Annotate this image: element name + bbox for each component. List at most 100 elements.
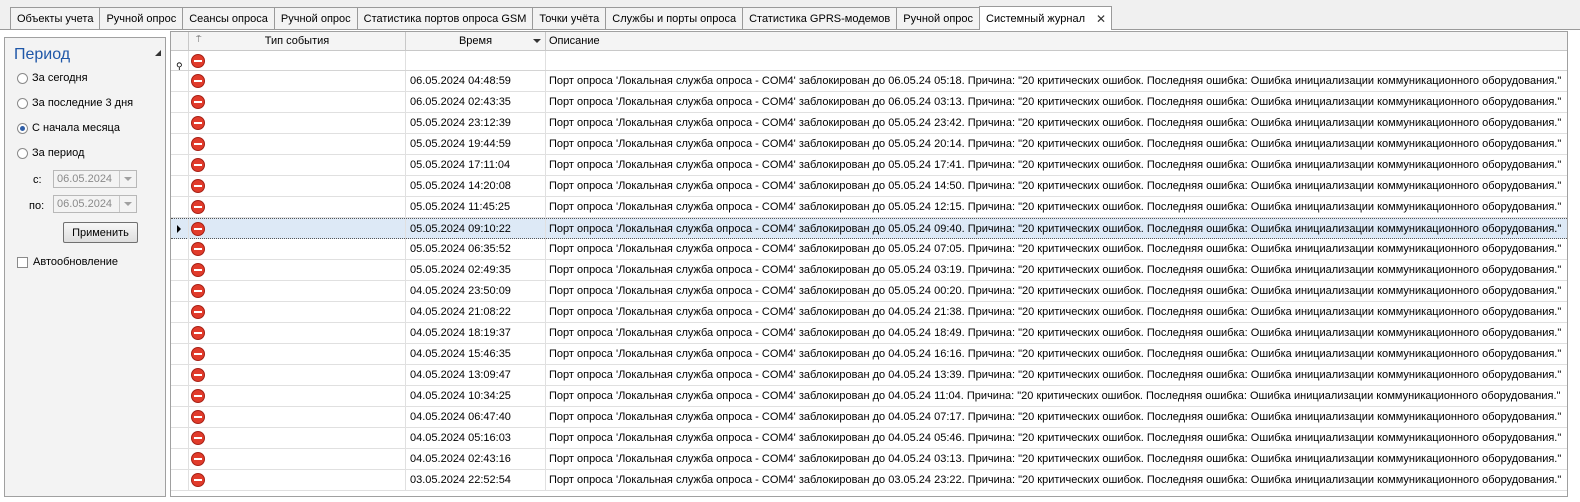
row-indicator[interactable] (171, 197, 189, 217)
table-row[interactable]: 04.05.2024 02:43:16 Порт опроса 'Локальна… (171, 449, 1567, 470)
table-row[interactable]: 05.05.2024 06:35:52 Порт опроса 'Локальна… (171, 239, 1567, 260)
row-indicator[interactable] (171, 449, 189, 469)
row-indicator[interactable] (171, 302, 189, 322)
table-row[interactable]: 04.05.2024 06:47:40 Порт опроса 'Локальна… (171, 407, 1567, 428)
row-indicator[interactable] (171, 428, 189, 448)
row-indicator[interactable] (171, 113, 189, 133)
row-indicator[interactable] (171, 260, 189, 280)
event-type-cell[interactable] (189, 92, 406, 112)
row-indicator[interactable] (171, 134, 189, 154)
time-cell[interactable]: 04.05.2024 23:50:09 (406, 281, 546, 301)
table-row[interactable]: 06.05.2024 04:48:59 Порт опроса 'Локальна… (171, 71, 1567, 92)
time-cell[interactable]: 05.05.2024 19:44:59 (406, 134, 546, 154)
description-cell[interactable]: Порт опроса 'Локальная служба опроса - C… (546, 281, 1567, 301)
row-indicator[interactable] (171, 92, 189, 112)
event-type-cell[interactable] (189, 155, 406, 175)
time-cell[interactable]: 05.05.2024 11:45:25 (406, 197, 546, 217)
row-indicator[interactable] (171, 71, 189, 91)
event-type-cell[interactable] (189, 365, 406, 385)
tab-2[interactable]: Сеансы опроса (182, 7, 275, 29)
checkbox-box-icon[interactable] (17, 256, 28, 268)
radio-circle-icon[interactable] (17, 147, 28, 159)
filter-event-type[interactable] (189, 51, 406, 70)
radio-circle-icon[interactable] (17, 97, 28, 109)
tab-6[interactable]: Службы и порты опроса (605, 7, 744, 29)
row-indicator[interactable] (171, 219, 189, 239)
row-indicator[interactable] (171, 407, 189, 427)
description-cell[interactable]: Порт опроса 'Локальная служба опроса - C… (546, 71, 1567, 91)
table-row[interactable]: 06.05.2024 02:43:35 Порт опроса 'Локальна… (171, 92, 1567, 113)
row-indicator[interactable] (171, 176, 189, 196)
description-cell[interactable]: Порт опроса 'Локальная служба опроса - C… (546, 134, 1567, 154)
event-type-cell[interactable] (189, 71, 406, 91)
event-type-cell[interactable] (189, 239, 406, 259)
chevron-down-icon[interactable] (119, 196, 136, 212)
collapse-panel-icon[interactable] (155, 50, 161, 56)
table-row[interactable]: 03.05.2024 22:52:54 Порт опроса 'Локальна… (171, 470, 1567, 491)
row-indicator[interactable] (171, 155, 189, 175)
description-cell[interactable]: Порт опроса 'Локальная служба опроса - C… (546, 260, 1567, 280)
description-cell[interactable]: Порт опроса 'Локальная служба опроса - C… (546, 197, 1567, 217)
event-type-cell[interactable] (189, 302, 406, 322)
from-date-picker[interactable]: 06.05.2024 (53, 170, 137, 188)
event-type-cell[interactable] (189, 323, 406, 343)
table-row[interactable]: 04.05.2024 23:50:09 Порт опроса 'Локальна… (171, 281, 1567, 302)
table-row[interactable]: 04.05.2024 15:46:35 Порт опроса 'Локальна… (171, 344, 1567, 365)
event-type-cell[interactable] (189, 281, 406, 301)
table-row[interactable]: 05.05.2024 02:49:35 Порт опроса 'Локальна… (171, 260, 1567, 281)
table-row[interactable]: 04.05.2024 05:16:03 Порт опроса 'Локальна… (171, 428, 1567, 449)
table-row[interactable]: 05.05.2024 11:45:25 Порт опроса 'Локальна… (171, 197, 1567, 218)
row-indicator[interactable] (171, 239, 189, 259)
description-cell[interactable]: Порт опроса 'Локальная служба опроса - C… (546, 176, 1567, 196)
description-cell[interactable]: Порт опроса 'Локальная служба опроса - C… (546, 344, 1567, 364)
chevron-down-icon[interactable] (119, 171, 136, 187)
filter-description[interactable] (546, 51, 1567, 70)
time-cell[interactable]: 04.05.2024 06:47:40 (406, 407, 546, 427)
table-row[interactable]: 05.05.2024 09:10:22 Порт опроса 'Локальна… (171, 218, 1567, 239)
tab-4[interactable]: Статистика портов опроса GSM (356, 7, 534, 29)
time-cell[interactable]: 06.05.2024 02:43:35 (406, 92, 546, 112)
time-cell[interactable]: 04.05.2024 05:16:03 (406, 428, 546, 448)
description-cell[interactable]: Порт опроса 'Локальная служба опроса - C… (546, 470, 1567, 490)
event-type-cell[interactable] (189, 428, 406, 448)
description-cell[interactable]: Порт опроса 'Локальная служба опроса - C… (546, 239, 1567, 259)
tab-3[interactable]: Ручной опрос (273, 7, 358, 29)
event-type-cell[interactable] (189, 260, 406, 280)
close-icon[interactable]: ✕ (1095, 12, 1107, 26)
table-row[interactable]: 04.05.2024 10:34:25 Порт опроса 'Локальна… (171, 386, 1567, 407)
header-event-type[interactable]: Тип события (189, 32, 406, 50)
time-cell[interactable]: 04.05.2024 18:19:37 (406, 323, 546, 343)
event-type-cell[interactable] (189, 470, 406, 490)
radio-last-3-days[interactable]: За последние 3 дня (17, 97, 133, 109)
time-cell[interactable]: 05.05.2024 23:12:39 (406, 113, 546, 133)
table-row[interactable]: 04.05.2024 13:09:47 Порт опроса 'Локальна… (171, 365, 1567, 386)
row-indicator[interactable] (171, 281, 189, 301)
description-cell[interactable]: Порт опроса 'Локальная служба опроса - C… (546, 365, 1567, 385)
event-type-cell[interactable] (189, 407, 406, 427)
time-cell[interactable]: 05.05.2024 14:20:08 (406, 176, 546, 196)
tab-1[interactable]: Ручной опрос (99, 7, 184, 29)
description-cell[interactable]: Порт опроса 'Локальная служба опроса - C… (546, 407, 1567, 427)
event-type-cell[interactable] (189, 344, 406, 364)
radio-circle-icon[interactable] (17, 122, 28, 134)
description-cell[interactable]: Порт опроса 'Локальная служба опроса - C… (546, 302, 1567, 322)
table-row[interactable]: 04.05.2024 18:19:37 Порт опроса 'Локальна… (171, 323, 1567, 344)
autorefresh-checkbox[interactable]: Автообновление (17, 256, 118, 268)
description-cell[interactable]: Порт опроса 'Локальная служба опроса - C… (546, 428, 1567, 448)
event-type-cell[interactable] (189, 449, 406, 469)
row-indicator[interactable] (171, 470, 189, 490)
header-time[interactable]: Время (406, 32, 546, 50)
tab-0[interactable]: Объекты учета (10, 7, 101, 29)
description-cell[interactable]: Порт опроса 'Локальная служба опроса - C… (546, 113, 1567, 133)
event-type-cell[interactable] (189, 197, 406, 217)
time-cell[interactable]: 06.05.2024 04:48:59 (406, 71, 546, 91)
event-type-cell[interactable] (189, 113, 406, 133)
description-cell[interactable]: Порт опроса 'Локальная служба опроса - C… (546, 449, 1567, 469)
table-row[interactable]: 05.05.2024 17:11:04 Порт опроса 'Локальна… (171, 155, 1567, 176)
tab-8[interactable]: Ручной опрос (896, 7, 981, 29)
tab-7[interactable]: Статистика GPRS-модемов (742, 7, 898, 29)
description-cell[interactable]: Порт опроса 'Локальная служба опроса - C… (546, 92, 1567, 112)
time-cell[interactable]: 04.05.2024 21:08:22 (406, 302, 546, 322)
table-row[interactable]: 05.05.2024 23:12:39 Порт опроса 'Локальна… (171, 113, 1567, 134)
row-indicator[interactable] (171, 323, 189, 343)
